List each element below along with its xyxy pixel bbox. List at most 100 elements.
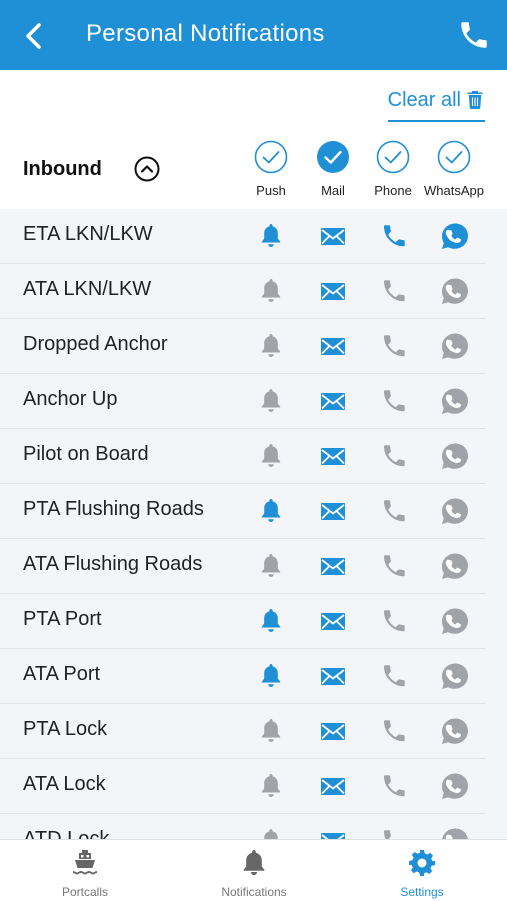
notification-row: Anchor Up (0, 374, 485, 429)
channel-whatsapp-toggle[interactable]: WhatsApp (419, 140, 489, 198)
gear-icon (409, 850, 435, 876)
tab-label: Portcalls (61, 885, 108, 899)
push-toggle[interactable] (256, 552, 286, 580)
whatsapp-toggle[interactable] (440, 607, 470, 635)
mail-toggle[interactable] (318, 552, 348, 580)
phone-toggle[interactable] (379, 222, 409, 250)
push-toggle[interactable] (256, 222, 286, 250)
bell-icon (256, 717, 286, 745)
notification-name: ATD Lock (23, 828, 110, 839)
notification-row: ATD Lock (0, 814, 485, 839)
tab-settings[interactable]: Settings (362, 848, 482, 899)
phone-icon (379, 772, 409, 800)
push-toggle[interactable] (256, 277, 286, 305)
push-toggle[interactable] (256, 772, 286, 800)
envelope-icon (318, 607, 348, 635)
envelope-icon (318, 662, 348, 690)
envelope-icon (318, 827, 348, 839)
whatsapp-icon (440, 827, 470, 839)
envelope-icon (318, 552, 348, 580)
envelope-icon (318, 277, 348, 305)
whatsapp-toggle[interactable] (440, 552, 470, 580)
channel-phone-toggle[interactable]: Phone (358, 140, 428, 198)
channel-push-toggle[interactable]: Push (236, 140, 306, 198)
mail-toggle[interactable] (318, 662, 348, 690)
phone-toggle[interactable] (379, 607, 409, 635)
mail-toggle[interactable] (318, 332, 348, 360)
phone-toggle[interactable] (379, 387, 409, 415)
phone-icon (379, 332, 409, 360)
channel-label: WhatsApp (424, 183, 484, 198)
whatsapp-toggle[interactable] (440, 387, 470, 415)
phone-toggle[interactable] (379, 497, 409, 525)
whatsapp-toggle[interactable] (440, 827, 470, 839)
push-toggle[interactable] (256, 607, 286, 635)
chevron-up-icon[interactable] (134, 156, 160, 182)
phone-icon (379, 222, 409, 250)
push-toggle[interactable] (256, 717, 286, 745)
notification-name: Pilot on Board (23, 443, 149, 465)
mail-toggle[interactable] (318, 717, 348, 745)
whatsapp-icon (440, 332, 470, 360)
bell-icon (243, 850, 265, 875)
back-icon[interactable] (18, 20, 50, 52)
phone-toggle[interactable] (379, 277, 409, 305)
phone-icon (379, 497, 409, 525)
mail-toggle[interactable] (318, 387, 348, 415)
mail-toggle[interactable] (318, 442, 348, 470)
check-circle-icon (317, 141, 349, 173)
envelope-icon (318, 717, 348, 745)
phone-toggle[interactable] (379, 772, 409, 800)
tab-portcalls[interactable]: Portcalls (25, 848, 145, 899)
whatsapp-icon (440, 442, 470, 470)
mail-toggle[interactable] (318, 827, 348, 839)
notification-list[interactable]: ETA LKN/LKW ATA LKN/LKW Dropped Anchor Anch… (0, 209, 507, 839)
whatsapp-icon (440, 277, 470, 305)
mail-toggle[interactable] (318, 222, 348, 250)
push-toggle[interactable] (256, 387, 286, 415)
push-toggle[interactable] (256, 662, 286, 690)
bell-icon (256, 387, 286, 415)
push-toggle[interactable] (256, 497, 286, 525)
notification-name: Dropped Anchor (23, 333, 168, 355)
whatsapp-toggle[interactable] (440, 442, 470, 470)
phone-icon (379, 662, 409, 690)
tab-notifications[interactable]: Notifications (194, 848, 314, 899)
mail-toggle[interactable] (318, 497, 348, 525)
phone-toggle[interactable] (379, 717, 409, 745)
notification-name: PTA Lock (23, 718, 108, 740)
whatsapp-toggle[interactable] (440, 497, 470, 525)
phone-icon (379, 277, 409, 305)
whatsapp-toggle[interactable] (440, 662, 470, 690)
push-toggle[interactable] (256, 442, 286, 470)
ship-icon (73, 850, 97, 875)
phone-icon (379, 387, 409, 415)
whatsapp-toggle[interactable] (440, 772, 470, 800)
phone-toggle[interactable] (379, 827, 409, 839)
phone-toggle[interactable] (379, 662, 409, 690)
whatsapp-toggle[interactable] (440, 332, 470, 360)
envelope-icon (318, 332, 348, 360)
phone-toggle[interactable] (379, 442, 409, 470)
push-toggle[interactable] (256, 332, 286, 360)
mail-toggle[interactable] (318, 277, 348, 305)
mail-toggle[interactable] (318, 772, 348, 800)
whatsapp-toggle[interactable] (440, 717, 470, 745)
notification-name: Anchor Up (23, 388, 118, 410)
whatsapp-toggle[interactable] (440, 222, 470, 250)
page-title: Personal Notifications (86, 20, 325, 47)
check-circle-icon (254, 140, 288, 174)
envelope-icon (318, 442, 348, 470)
check-circle-icon (437, 140, 471, 174)
mail-toggle[interactable] (318, 607, 348, 635)
phone-call-icon[interactable] (457, 18, 491, 52)
phone-toggle[interactable] (379, 332, 409, 360)
envelope-icon (318, 497, 348, 525)
whatsapp-toggle[interactable] (440, 277, 470, 305)
notification-row: PTA Port (0, 594, 485, 649)
phone-toggle[interactable] (379, 552, 409, 580)
push-toggle[interactable] (256, 827, 286, 839)
clear-all-button[interactable]: Clear all (387, 84, 485, 122)
phone-icon (379, 717, 409, 745)
whatsapp-icon (440, 772, 470, 800)
